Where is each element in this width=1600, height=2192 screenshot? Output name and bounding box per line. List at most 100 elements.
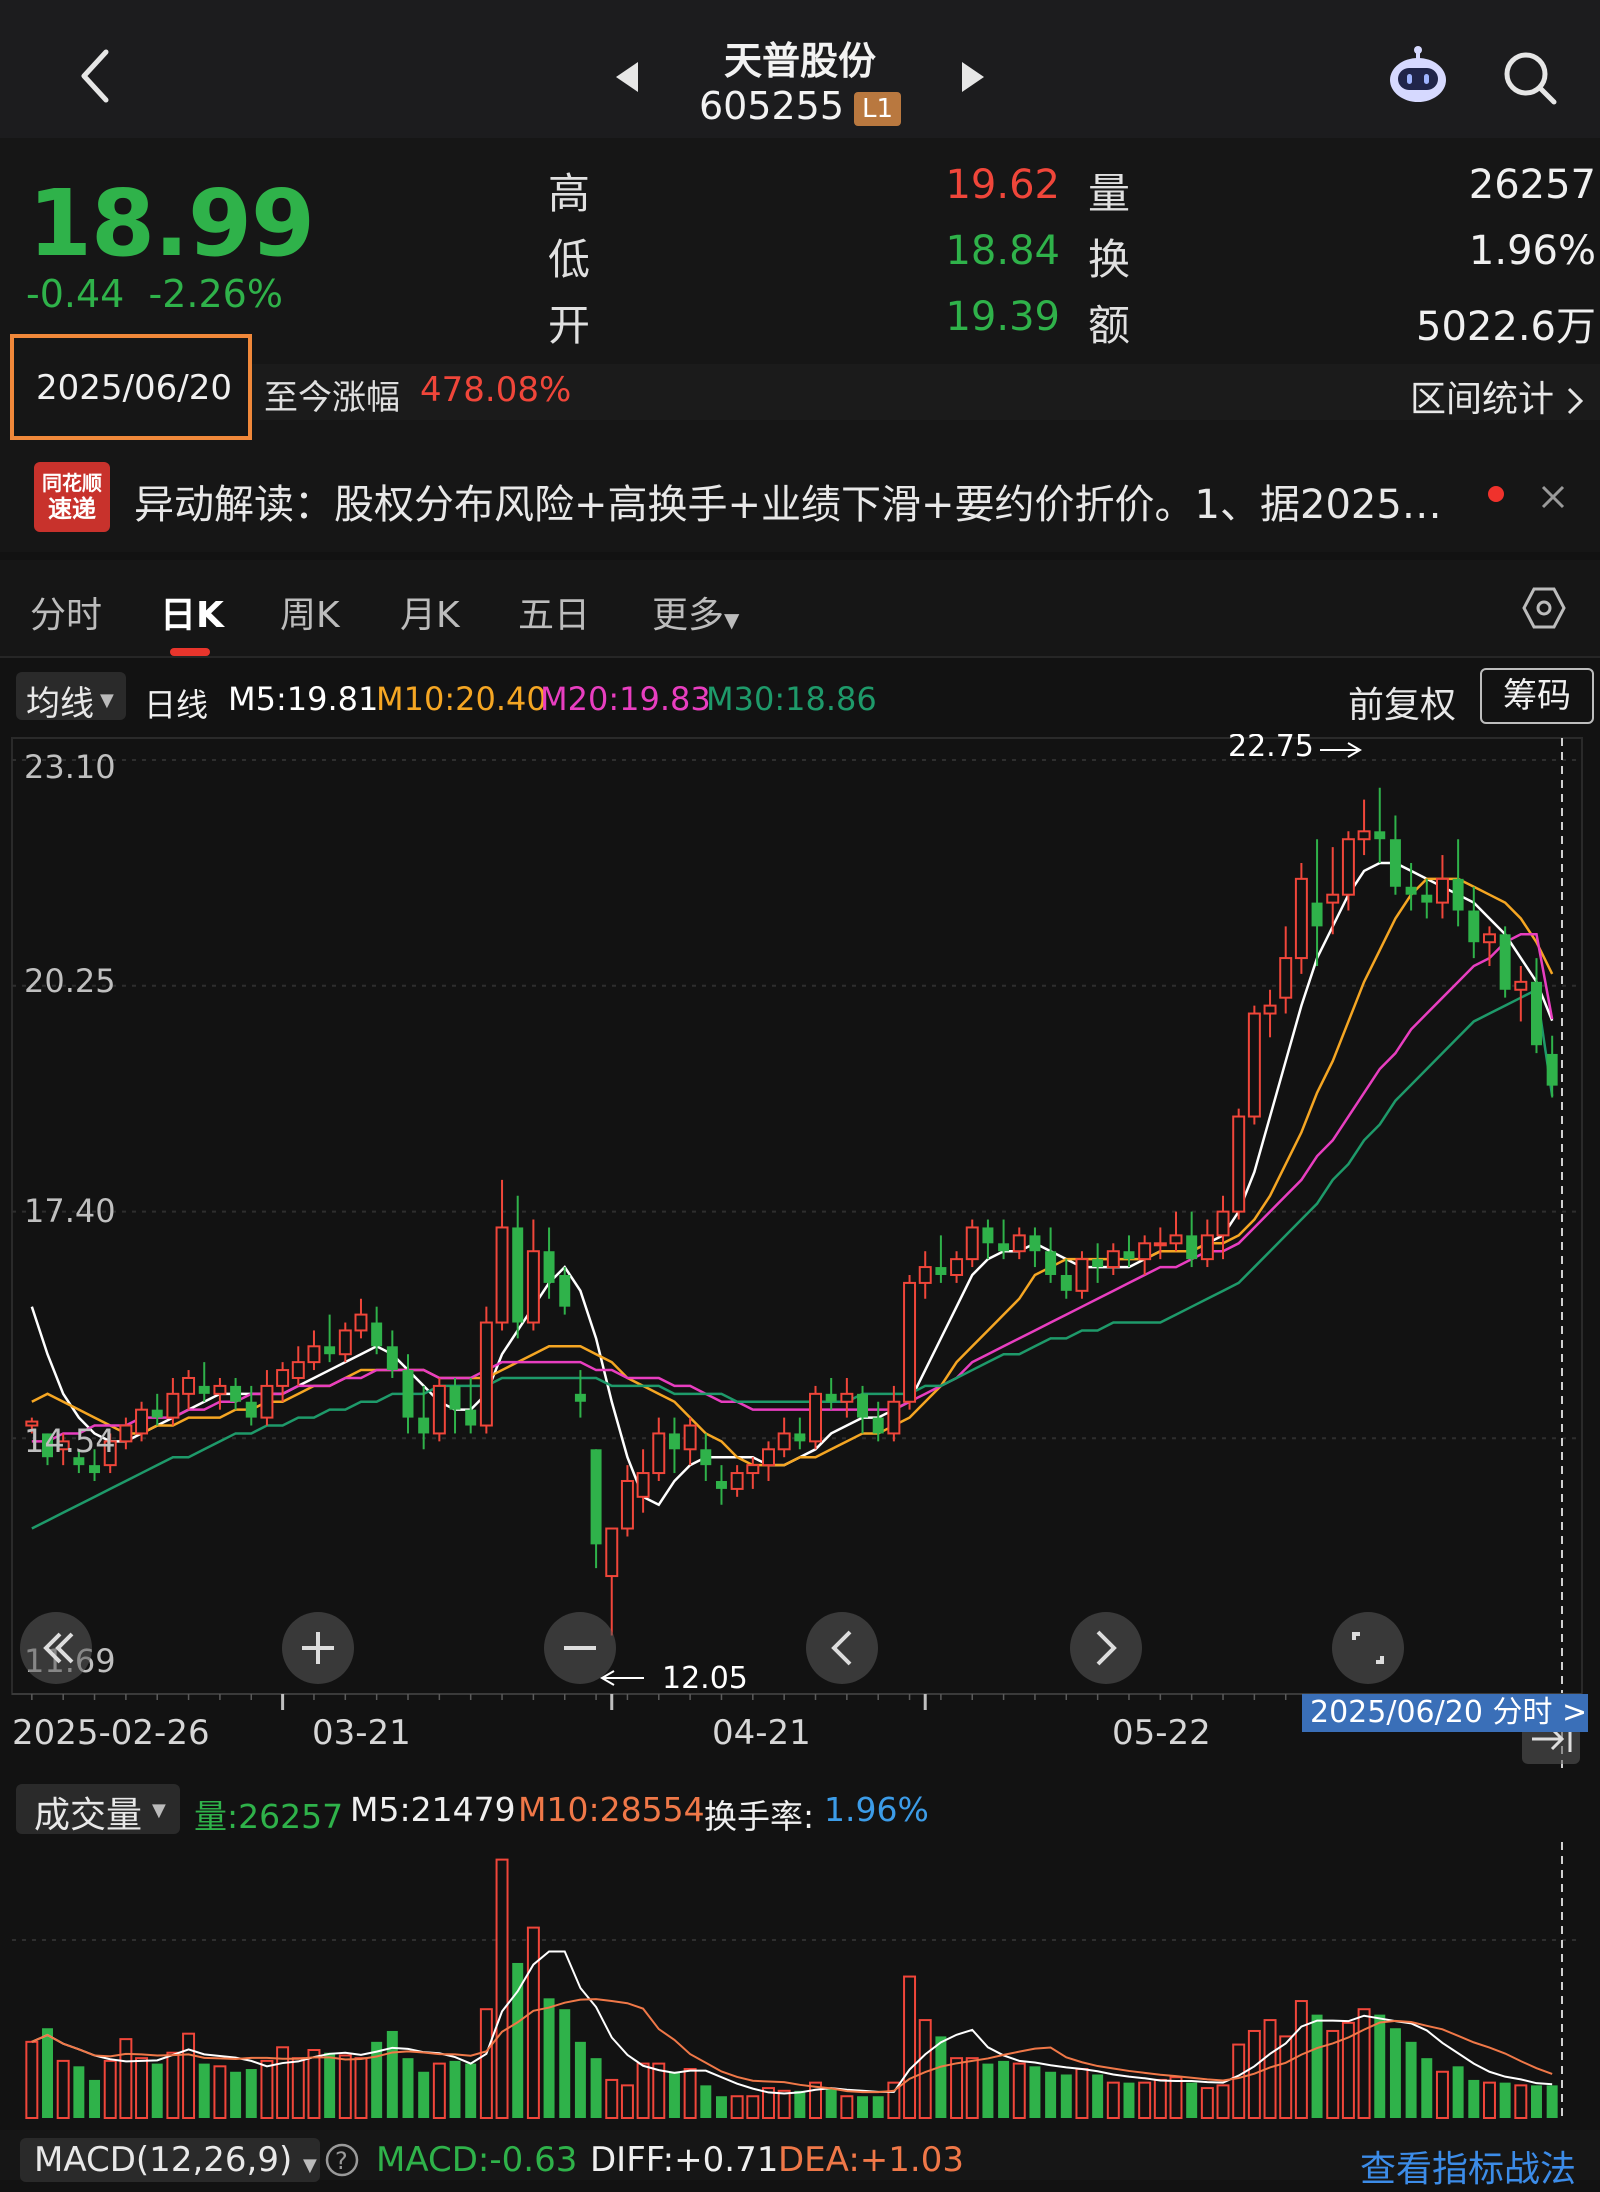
candle bbox=[1092, 1243, 1104, 1283]
chevron-right-icon bbox=[1568, 387, 1584, 415]
volume-bar bbox=[1060, 2074, 1072, 2118]
y-tick-label: 14.54 bbox=[24, 1422, 116, 1460]
ma-line-m20 bbox=[31, 933, 1554, 1443]
caret-down-icon: ▼ bbox=[303, 2155, 317, 2176]
candle bbox=[715, 1465, 727, 1505]
volume-bar bbox=[1186, 2082, 1198, 2118]
open-label: 开 bbox=[548, 301, 591, 350]
volume-bar bbox=[402, 2058, 414, 2118]
candle bbox=[1045, 1227, 1057, 1283]
candle bbox=[307, 1330, 321, 1371]
candle bbox=[198, 1362, 210, 1402]
candles bbox=[25, 787, 1558, 1636]
candle bbox=[903, 1274, 917, 1410]
x-tick-label: 03-21 bbox=[312, 1713, 411, 1753]
change-percent: -2.26% bbox=[148, 272, 283, 316]
candle bbox=[1357, 799, 1371, 856]
volume-bar bbox=[1499, 2082, 1511, 2118]
tab-intraday[interactable]: 分时 bbox=[30, 586, 102, 638]
ma20-value: M20:19.83 bbox=[540, 680, 711, 718]
since-gain-value: 478.08% bbox=[420, 370, 572, 410]
volume-bar bbox=[903, 1975, 917, 2119]
volume-bar bbox=[465, 2063, 477, 2118]
candle bbox=[730, 1465, 744, 1497]
zoom-out-button[interactable] bbox=[544, 1612, 616, 1684]
level-badge: L1 bbox=[854, 91, 902, 126]
unread-dot bbox=[1488, 486, 1504, 502]
volume-bar bbox=[1216, 2084, 1230, 2119]
period-tab-bar bbox=[0, 560, 1600, 658]
volume-bar bbox=[42, 2028, 53, 2118]
stock-name: 天普股份 bbox=[723, 39, 876, 83]
candle bbox=[1200, 1219, 1214, 1268]
candle bbox=[291, 1346, 305, 1386]
tab-monthly-k[interactable]: 月K bbox=[400, 586, 460, 638]
candle bbox=[652, 1417, 666, 1481]
rewind-button[interactable] bbox=[20, 1612, 92, 1684]
pan-right-button[interactable] bbox=[1070, 1612, 1142, 1684]
candle bbox=[324, 1314, 336, 1363]
candle bbox=[512, 1195, 524, 1339]
volume-bar bbox=[872, 2096, 884, 2118]
volume-bar bbox=[1279, 2035, 1293, 2119]
volume-bar bbox=[746, 2095, 760, 2120]
tab-more[interactable]: 更多▼ bbox=[652, 586, 739, 638]
candle bbox=[1106, 1243, 1120, 1275]
adjust-mode-button[interactable]: 前复权 bbox=[1348, 676, 1456, 728]
search-icon[interactable] bbox=[1500, 48, 1560, 108]
kline-chart[interactable]: 23.10 20.25 17.40 14.54 11.69 22.75 12.0… bbox=[0, 734, 1600, 1774]
candle bbox=[449, 1377, 461, 1434]
candle bbox=[1186, 1211, 1198, 1268]
volume-bar bbox=[574, 2041, 586, 2118]
ma30-value: M30:18.86 bbox=[706, 680, 877, 718]
candle bbox=[1514, 965, 1528, 1022]
volume-bar bbox=[1311, 2014, 1323, 2118]
candle bbox=[495, 1179, 509, 1331]
tab-weekly-k[interactable]: 周K bbox=[280, 586, 340, 638]
ma-line-m30 bbox=[31, 987, 1554, 1530]
candle bbox=[762, 1441, 775, 1481]
volume-bar bbox=[950, 2057, 964, 2120]
candle bbox=[151, 1393, 163, 1426]
zoom-in-button[interactable] bbox=[282, 1612, 354, 1684]
x-tick-label: 04-21 bbox=[712, 1713, 811, 1753]
settings-icon[interactable] bbox=[1522, 586, 1566, 630]
interval-stats-button[interactable]: 区间统计 bbox=[1410, 370, 1585, 422]
chips-button[interactable]: 筹码 bbox=[1480, 668, 1594, 724]
candle bbox=[777, 1417, 791, 1458]
news-logo-bottom: 速递 bbox=[48, 495, 96, 523]
pan-left-button[interactable] bbox=[806, 1612, 878, 1684]
volume-bar bbox=[1200, 2087, 1214, 2120]
since-gain-label: 至今涨幅 bbox=[264, 378, 400, 418]
candle bbox=[1279, 926, 1293, 1014]
volume-bar bbox=[73, 2066, 85, 2118]
volume-bar bbox=[590, 2058, 602, 2118]
y-tick-label: 20.25 bbox=[24, 962, 116, 1000]
indicator-strategy-link[interactable]: 查看指标战法 bbox=[1360, 2140, 1576, 2192]
tab-five-day[interactable]: 五日 bbox=[518, 586, 590, 638]
candle bbox=[1452, 839, 1464, 927]
help-icon[interactable]: ? bbox=[324, 2142, 360, 2178]
volume-bar bbox=[495, 1858, 509, 2119]
fullscreen-button[interactable] bbox=[1332, 1612, 1404, 1684]
tab-daily-k[interactable]: 日K bbox=[160, 586, 224, 638]
volume-bars bbox=[25, 1858, 1558, 2120]
news-headline[interactable]: 异动解读：股权分布风险+高换手+业绩下滑+要约价折价。1、据2025… bbox=[134, 472, 1464, 530]
volume-bar bbox=[1389, 2028, 1401, 2118]
turnover-value: 1.96% bbox=[1468, 228, 1596, 274]
volume-chart[interactable] bbox=[0, 1842, 1600, 2122]
x-tick-label: 2025-02-26 bbox=[12, 1713, 210, 1753]
next-stock-icon[interactable] bbox=[960, 60, 986, 94]
close-icon[interactable] bbox=[1538, 482, 1568, 512]
volume-bar bbox=[1153, 2078, 1167, 2119]
candle bbox=[605, 1527, 619, 1636]
robot-assistant-icon[interactable] bbox=[1386, 44, 1450, 108]
volume-bar bbox=[25, 2040, 39, 2119]
candle bbox=[683, 1417, 697, 1466]
price-change: -0.44 -2.26% bbox=[26, 272, 283, 316]
volume-bar bbox=[1452, 2066, 1464, 2118]
diff-value: DIFF:+0.71 bbox=[590, 2140, 779, 2180]
volume-bar bbox=[449, 2060, 461, 2118]
volume-bar bbox=[1514, 2084, 1528, 2119]
crosshair-date-label[interactable]: 2025/06/20 分时 > bbox=[1302, 1694, 1588, 1732]
